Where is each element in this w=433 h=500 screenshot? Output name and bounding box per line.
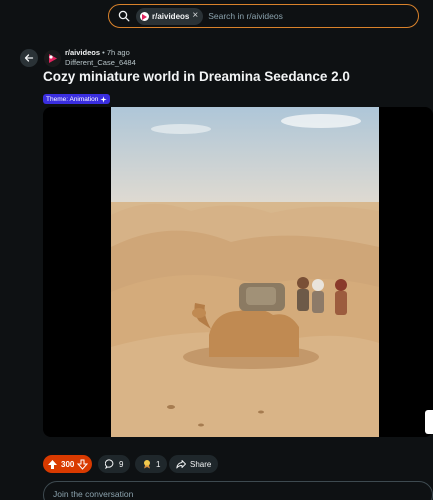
meta-separator: • — [100, 48, 107, 57]
comment-count: 9 — [119, 459, 124, 469]
post-time: 7h ago — [106, 48, 130, 57]
side-panel-handle[interactable] — [425, 410, 433, 434]
arrow-down-icon[interactable] — [77, 459, 89, 470]
post-meta: r/aivideos • 7h ago — [65, 48, 130, 57]
speech-bubble-icon — [105, 459, 114, 469]
sparkle-icon — [100, 95, 108, 103]
video-player[interactable] — [43, 107, 433, 437]
vote-control[interactable]: 300 — [43, 455, 92, 473]
arrow-up-icon[interactable] — [47, 459, 58, 470]
subreddit-icon — [140, 11, 149, 21]
community-filter-chip[interactable]: r/aivideos × — [136, 7, 204, 25]
subreddit-link[interactable]: r/aivideos — [65, 48, 100, 57]
community-chip-label: r/aivideos — [152, 11, 190, 21]
post-title: Cozy miniature world in Dreamina Seedanc… — [43, 69, 350, 84]
award-icon — [144, 460, 150, 469]
flair-label: Theme: Animation — [46, 95, 99, 103]
arrow-left-icon — [24, 54, 34, 62]
award-count: 1 — [156, 459, 161, 469]
share-button[interactable]: Share — [169, 455, 219, 473]
vote-count: 300 — [61, 459, 75, 469]
subreddit-avatar[interactable] — [44, 50, 61, 67]
share-arrow-icon — [176, 460, 186, 469]
search-icon — [118, 10, 130, 22]
author-link[interactable]: Different_Case_6484 — [65, 58, 136, 67]
comment-input[interactable]: Join the conversation — [43, 481, 433, 500]
close-icon[interactable]: × — [192, 11, 198, 21]
comments-button[interactable]: 9 — [98, 455, 131, 473]
search-bar[interactable]: r/aivideos × Search in r/aivideos — [108, 4, 419, 28]
search-input[interactable]: Search in r/aivideos — [208, 11, 283, 21]
award-button[interactable]: 1 — [135, 455, 168, 473]
post-flair[interactable]: Theme: Animation — [43, 94, 111, 104]
traveler-figures — [297, 277, 347, 315]
back-button[interactable] — [20, 49, 38, 67]
play-logo-icon — [44, 50, 61, 67]
video-frame — [111, 107, 379, 437]
share-label: Share — [190, 459, 212, 469]
